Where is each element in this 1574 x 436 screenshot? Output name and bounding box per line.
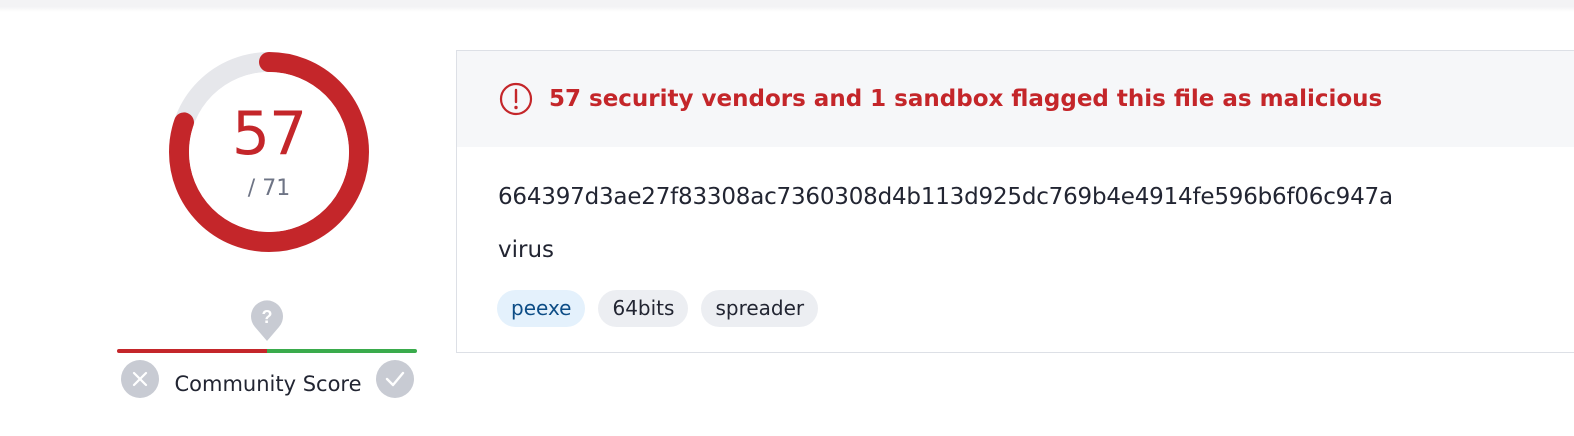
detection-gauge: 57 / 71 [167, 50, 371, 254]
community-positive-bar [267, 349, 417, 353]
close-icon [132, 371, 148, 387]
detection-alert-text: 57 security vendors and 1 sandbox flagge… [549, 86, 1383, 112]
detection-alert: 57 security vendors and 1 sandbox flagge… [457, 51, 1574, 147]
community-score-label: Community Score [174, 372, 362, 396]
vote-harmless-button[interactable] [376, 360, 414, 398]
svg-text:?: ? [262, 307, 273, 327]
question-pin-icon: ? [250, 300, 284, 342]
community-negative-bar [117, 349, 267, 353]
tag-64bits[interactable]: 64bits [598, 290, 689, 327]
header-shadow [0, 0, 1574, 12]
vote-harmful-button[interactable] [121, 360, 159, 398]
exclamation-circle-icon [499, 82, 533, 116]
detection-count: 57 [231, 99, 307, 169]
checkmark-icon [385, 371, 405, 387]
file-summary-card: 57 security vendors and 1 sandbox flagge… [456, 50, 1574, 353]
file-name: virus [498, 237, 555, 263]
tag-spreader[interactable]: spreader [701, 290, 819, 327]
tag-list: peexe 64bits spreader [497, 290, 819, 327]
file-hash[interactable]: 664397d3ae27f83308ac7360308d4b113d925dc7… [498, 184, 1393, 210]
tag-peexe[interactable]: peexe [497, 290, 586, 327]
detection-total: / 71 [247, 176, 291, 201]
score-column: 57 / 71 ? Community Score [110, 40, 426, 420]
community-score-bar [117, 349, 417, 353]
community-score: ? Community Score [110, 298, 426, 408]
